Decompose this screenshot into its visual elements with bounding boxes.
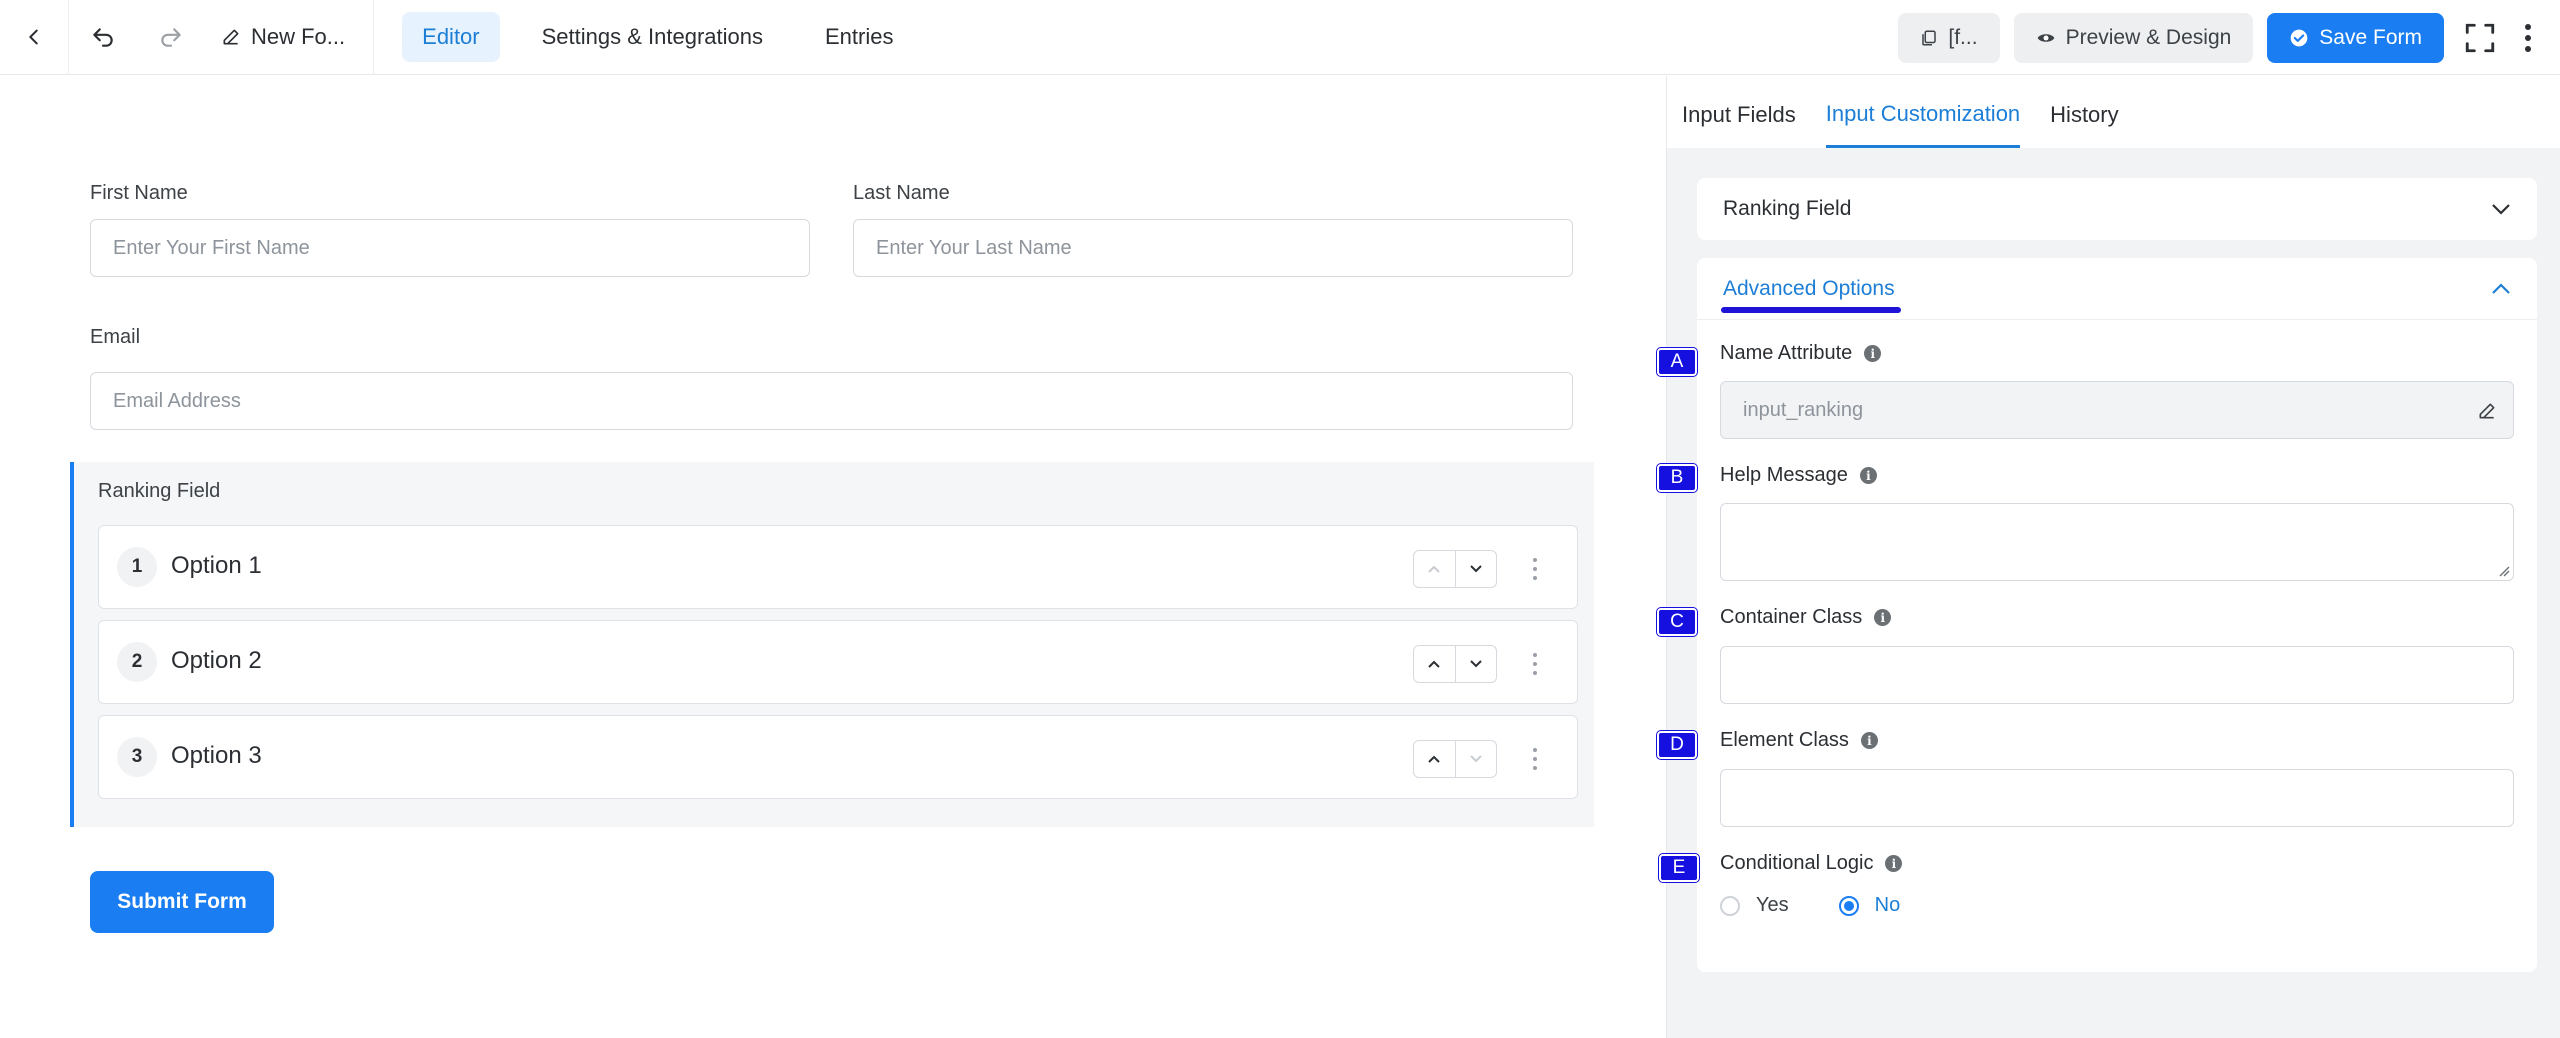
form-title-text: New Fo...	[251, 24, 346, 49]
conditional-logic-label: Conditional Logic	[1720, 852, 1874, 874]
field-type-card[interactable]: Ranking Field	[1697, 178, 2537, 240]
name-attribute-value: input_ranking	[1743, 398, 1864, 421]
radio-no[interactable]	[1838, 895, 1859, 916]
rank-number: 3	[117, 737, 157, 777]
shortcode-label: [f...	[1948, 25, 1978, 49]
ranking-field-block[interactable]: Ranking Field 1 Option 1 2 Option 2 3 Op…	[70, 462, 1594, 827]
save-form-button[interactable]: Save Form	[2267, 12, 2444, 63]
more-vertical-icon[interactable]	[2516, 13, 2540, 63]
reorder-controls	[1413, 740, 1497, 778]
tab-input-customization[interactable]: Input Customization	[1825, 76, 2021, 148]
edit-icon[interactable]	[2477, 401, 2497, 421]
radio-yes-label: Yes	[1756, 894, 1789, 916]
move-up-button[interactable]	[1414, 551, 1455, 587]
rank-number: 1	[117, 547, 157, 587]
drag-handle-icon[interactable]	[1525, 645, 1545, 683]
name-attribute-label-row: Name Attribute i	[1720, 342, 1882, 365]
tab-input-fields[interactable]: Input Fields	[1682, 76, 1796, 148]
info-icon[interactable]: i	[1864, 345, 1882, 362]
preview-design-label: Preview & Design	[2065, 25, 2232, 49]
info-icon[interactable]: i	[1860, 732, 1878, 749]
help-message-label: Help Message	[1720, 464, 1848, 486]
email-label: Email	[90, 326, 141, 348]
fullscreen-icon[interactable]	[2458, 13, 2502, 63]
move-down-button[interactable]	[1454, 646, 1497, 682]
container-class-input[interactable]	[1720, 646, 2514, 704]
tab-editor[interactable]: Editor	[402, 12, 500, 62]
submit-form-button[interactable]: Submit Form	[90, 871, 274, 933]
first-name-label: First Name	[90, 182, 188, 204]
redo-icon[interactable]	[137, 0, 205, 75]
drag-handle-icon[interactable]	[1525, 740, 1545, 778]
panel-tabs: Input Fields Input Customization History	[1667, 76, 2560, 148]
move-up-button[interactable]	[1414, 741, 1455, 777]
advanced-options-title: Advanced Options	[1721, 276, 1901, 313]
rank-option-label: Option 1	[171, 552, 262, 579]
annotation-badge-c: C	[1657, 608, 1697, 636]
rank-option[interactable]: 2 Option 2	[98, 620, 1578, 704]
help-message-textarea[interactable]	[1720, 503, 2514, 581]
tab-history[interactable]: History	[2050, 76, 2118, 148]
annotation-badge-e: E	[1659, 854, 1699, 882]
container-class-label: Container Class	[1720, 606, 1863, 628]
move-down-button[interactable]	[1454, 551, 1497, 587]
rank-option-label: Option 2	[171, 647, 262, 674]
reorder-controls	[1413, 645, 1497, 683]
radio-option-no[interactable]: No	[1838, 894, 1901, 917]
last-name-input[interactable]: Enter Your Last Name	[853, 219, 1573, 277]
info-icon[interactable]: i	[1874, 609, 1892, 626]
eye-icon	[2037, 33, 2054, 42]
shortcode-button[interactable]: [f...	[1898, 12, 2000, 63]
save-form-label: Save Form	[2319, 25, 2422, 49]
name-attribute-label: Name Attribute	[1720, 342, 1853, 364]
conditional-logic-radio-group: Yes No	[1720, 894, 1900, 917]
rank-option-label: Option 3	[171, 742, 262, 769]
form-title[interactable]: New Fo...	[205, 0, 375, 75]
radio-yes[interactable]	[1720, 895, 1740, 916]
conditional-logic-label-row: Conditional Logic i	[1720, 852, 1903, 875]
rank-number: 2	[117, 642, 157, 682]
element-class-label: Element Class	[1720, 729, 1849, 751]
name-attribute-input[interactable]: input_ranking	[1720, 381, 2514, 439]
advanced-options-header[interactable]: Advanced Options	[1697, 258, 2537, 320]
info-icon[interactable]: i	[1885, 855, 1903, 872]
move-up-button[interactable]	[1414, 646, 1455, 682]
help-message-label-row: Help Message i	[1720, 464, 1877, 487]
element-class-label-row: Element Class i	[1720, 729, 1878, 752]
top-bar: New Fo... Editor Settings & Integrations…	[0, 0, 2560, 75]
back-icon[interactable]	[0, 0, 68, 75]
settings-panel: Input Fields Input Customization History…	[1657, 76, 2560, 1038]
ranking-field-title: Ranking Field	[98, 480, 221, 502]
drag-handle-icon[interactable]	[1525, 550, 1545, 588]
main-tabs: Editor Settings & Integrations Entries	[402, 12, 913, 62]
annotation-badge-b: B	[1657, 464, 1697, 492]
radio-no-label: No	[1874, 894, 1901, 916]
undo-icon[interactable]	[69, 0, 137, 75]
toolbar-right: [f... Preview & Design Save Form	[1898, 0, 2540, 75]
info-icon[interactable]: i	[1859, 467, 1877, 484]
first-name-input[interactable]: Enter Your First Name	[90, 219, 810, 277]
chevron-up-icon	[2492, 282, 2510, 294]
reorder-controls	[1413, 550, 1497, 588]
email-input[interactable]: Email Address	[90, 372, 1573, 430]
annotation-badge-a: A	[1657, 348, 1697, 376]
preview-design-button[interactable]: Preview & Design	[2013, 12, 2254, 63]
field-type-title: Ranking Field	[1723, 197, 1852, 220]
last-name-label: Last Name	[853, 182, 950, 204]
annotation-badge-d: D	[1657, 731, 1697, 759]
tab-entries[interactable]: Entries	[805, 12, 913, 62]
element-class-input[interactable]	[1720, 769, 2514, 827]
container-class-label-row: Container Class i	[1720, 606, 1892, 629]
resize-handle-icon[interactable]	[2498, 565, 2510, 577]
check-circle-icon	[2290, 29, 2308, 46]
radio-option-yes[interactable]: Yes	[1720, 894, 1789, 917]
rank-option[interactable]: 3 Option 3	[98, 715, 1578, 799]
move-down-button[interactable]	[1454, 741, 1497, 777]
rank-option[interactable]: 1 Option 1	[98, 525, 1578, 609]
edit-icon	[223, 29, 239, 45]
tab-settings-integrations[interactable]: Settings & Integrations	[522, 12, 783, 62]
chevron-down-icon	[2492, 204, 2510, 215]
copy-icon	[1922, 30, 1937, 45]
